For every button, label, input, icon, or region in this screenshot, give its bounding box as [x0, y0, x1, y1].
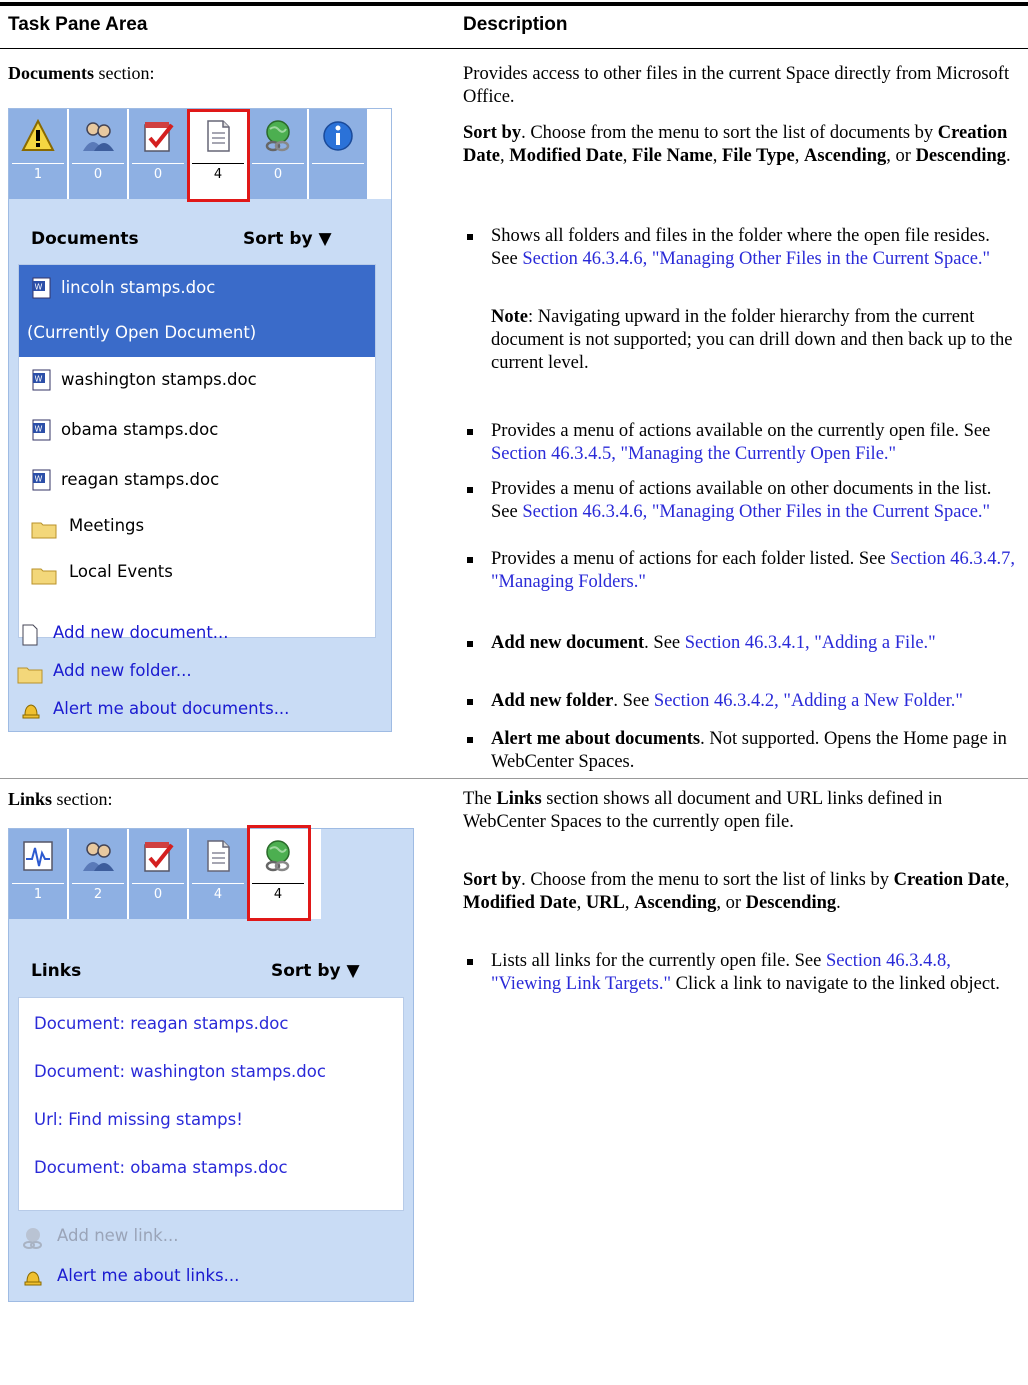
bell-icon	[22, 704, 40, 719]
tasks-tab[interactable]: 0	[129, 829, 189, 919]
chevron-down-icon: ▼	[318, 229, 332, 249]
info-tab[interactable]	[309, 109, 369, 199]
links-tab-highlight	[247, 825, 311, 921]
column-header-task-pane-area: Task Pane Area	[8, 14, 148, 35]
current-document-subtitle: (Currently Open Document)	[27, 323, 257, 342]
documents-sort-by-menu[interactable]: Sort by ▼	[243, 229, 332, 249]
documents-tab[interactable]: 4	[189, 829, 249, 919]
link-section-46-3-4-6[interactable]: Section 46.3.4.6, "Managing Other Files …	[522, 502, 990, 522]
links-task-pane: 1 2 0 4 4 Links Sort by ▼ Document: reag…	[8, 825, 414, 1302]
word-doc-icon: W	[32, 369, 51, 391]
current-document-name: lincoln stamps.doc	[61, 278, 216, 297]
link-section-46-3-4-2[interactable]: Section 46.3.4.2, "Adding a New Folder."	[654, 691, 963, 711]
links-sort-by-description: Sort by. Choose from the menu to sort th…	[463, 870, 1010, 913]
people-count: 0	[93, 167, 103, 182]
header-rule	[0, 48, 1028, 49]
alert-me-documents-link[interactable]: Alert me about documents...	[21, 699, 289, 719]
table-top-rule	[0, 2, 1028, 6]
list-item-link[interactable]: Document: reagan stamps.doc	[34, 1014, 288, 1033]
link-section-46-3-4-1[interactable]: Section 46.3.4.1, "Adding a File."	[685, 633, 936, 653]
new-document-icon	[22, 624, 38, 646]
documents-count: 4	[213, 887, 223, 902]
documents-note: Note: Navigating upward in the folder hi…	[491, 307, 1013, 373]
documents-pane-title: Documents	[31, 229, 139, 249]
info-icon	[323, 121, 353, 151]
links-list: Document: reagan stamps.doc Document: wa…	[18, 997, 404, 1211]
tasks-count: 0	[153, 887, 163, 902]
documents-task-pane: 1 0 0 4 0 Documents Sort by ▼ W lincoln …	[8, 108, 392, 732]
documents-section-label: Documents section:	[8, 63, 155, 83]
people-icon	[83, 122, 114, 151]
documents-intro: Provides access to other files in the cu…	[463, 64, 1010, 107]
add-new-link-link[interactable]: Add new link...	[21, 1226, 178, 1249]
list-item-link[interactable]: Document: obama stamps.doc	[34, 1158, 288, 1177]
svg-text:W: W	[35, 425, 43, 434]
links-pane-title: Links	[31, 961, 82, 981]
row-divider	[0, 778, 1028, 779]
alerts-tab[interactable]: 1	[9, 109, 69, 199]
links-count: 0	[273, 167, 283, 182]
task-check-icon	[144, 122, 174, 152]
column-header-description: Description	[463, 14, 568, 35]
activity-count: 1	[33, 887, 43, 902]
links-sort-by-menu[interactable]: Sort by ▼	[271, 961, 360, 981]
list-item-current-document[interactable]: W lincoln stamps.doc (Currently Open Doc…	[19, 265, 375, 357]
word-doc-icon: W	[32, 469, 51, 491]
links-section-label: Links section:	[8, 789, 113, 809]
folder-icon	[17, 667, 43, 684]
list-item-link[interactable]: Document: washington stamps.doc	[34, 1062, 326, 1081]
alert-me-links-link[interactable]: Alert me about links...	[21, 1266, 239, 1286]
document-icon	[207, 840, 230, 872]
links-intro: The Links section shows all document and…	[463, 789, 943, 832]
svg-text:W: W	[35, 375, 43, 384]
svg-text:W: W	[35, 475, 43, 484]
alerts-count: 1	[33, 167, 43, 182]
alert-me-documents-term: Alert me about documents	[491, 729, 701, 749]
chevron-down-icon: ▼	[346, 961, 360, 981]
people-tab[interactable]: 2	[69, 829, 129, 919]
link-section-46-3-4-5[interactable]: Section 46.3.4.5, "Managing the Currentl…	[491, 444, 896, 464]
activity-icon	[23, 841, 53, 871]
word-doc-icon: W	[32, 277, 51, 299]
warning-icon	[21, 119, 55, 151]
link-icon	[23, 1228, 42, 1249]
documents-tab-highlight	[187, 109, 250, 202]
people-icon	[83, 842, 114, 871]
bell-icon	[24, 1271, 42, 1286]
tasks-count: 0	[153, 167, 163, 182]
task-check-icon	[144, 842, 174, 872]
links-tab[interactable]: 0	[249, 109, 309, 199]
word-doc-icon: W	[32, 419, 51, 441]
documents-sort-by-description: Sort by. Choose from the menu to sort th…	[463, 123, 1011, 166]
add-new-document-link[interactable]: Add new document...	[21, 623, 229, 646]
tasks-tab[interactable]: 0	[129, 109, 189, 199]
people-count: 2	[93, 887, 103, 902]
globe-link-icon	[265, 120, 290, 152]
link-section-46-3-4-6[interactable]: Section 46.3.4.6, "Managing Other Files …	[522, 249, 990, 269]
folder-icon	[31, 522, 57, 539]
svg-text:W: W	[35, 283, 43, 292]
add-new-folder-link[interactable]: Add new folder...	[17, 661, 192, 684]
documents-list: W lincoln stamps.doc (Currently Open Doc…	[18, 264, 376, 638]
folder-icon	[31, 568, 57, 585]
list-item-link[interactable]: Url: Find missing stamps!	[34, 1110, 243, 1129]
people-tab[interactable]: 0	[69, 109, 129, 199]
activity-tab[interactable]: 1	[9, 829, 69, 919]
